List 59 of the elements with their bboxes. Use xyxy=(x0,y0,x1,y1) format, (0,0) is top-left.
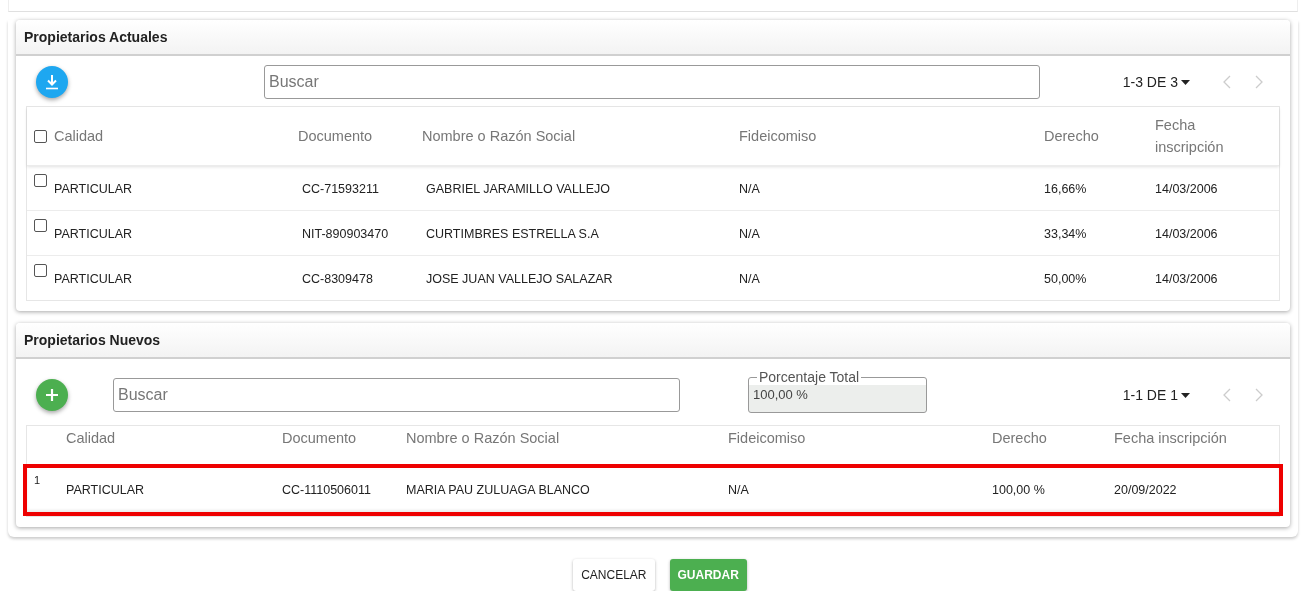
table-cell: CC-1110506011 xyxy=(282,483,371,497)
table-cell: N/A xyxy=(739,227,760,241)
table-cell: PARTICULAR xyxy=(54,227,133,241)
column-header: Calidad xyxy=(54,128,104,144)
column-header: Fideicomiso xyxy=(739,128,817,144)
checkbox[interactable] xyxy=(34,219,47,232)
column-header: Documento xyxy=(282,430,357,446)
chevron-right-icon xyxy=(1255,75,1263,89)
column-header: Fecha inscripción xyxy=(1114,430,1227,446)
table-cell: 50,00% xyxy=(1044,272,1087,286)
table-cell: 100,00 % xyxy=(992,483,1045,497)
caret-icon xyxy=(1181,79,1190,85)
total-field: Porcentaje Total 100,00 % xyxy=(748,369,927,413)
column-header: Derecho xyxy=(1044,128,1099,144)
plus-icon xyxy=(45,388,59,402)
page-range-dropdown[interactable]: 1-3 DE 3 xyxy=(1122,74,1190,90)
column-header: Derecho xyxy=(992,430,1047,446)
cancel-button[interactable]: CANCELAR xyxy=(573,559,655,591)
table-cell: CC-8309478 xyxy=(302,272,373,286)
checkbox[interactable] xyxy=(34,174,47,187)
table-cell: GABRIEL JARAMILLO VALLEJO xyxy=(426,182,611,196)
chevron-left-icon xyxy=(1223,388,1231,402)
checkbox[interactable] xyxy=(34,264,47,277)
table-cell: NIT-890903470 xyxy=(302,227,389,241)
column-header: Calidad xyxy=(66,430,116,446)
search-field[interactable]: Buscar xyxy=(113,378,680,412)
table-cell: N/A xyxy=(728,483,749,497)
download-icon xyxy=(45,74,59,90)
column-header: Documento xyxy=(298,128,373,144)
table-cell: MARIA PAU ZULUAGA BLANCO xyxy=(406,483,590,497)
table-cell: 33,34% xyxy=(1044,227,1087,241)
add-button[interactable] xyxy=(36,379,68,411)
page-range-dropdown[interactable]: 1-1 DE 1 xyxy=(1122,387,1190,403)
table-cell: N/A xyxy=(739,272,760,286)
table-cell: 16,66% xyxy=(1044,182,1087,196)
table-cell: 14/03/2006 xyxy=(1155,182,1218,196)
download-button[interactable] xyxy=(36,66,68,98)
table-cell: CC-71593211 xyxy=(302,182,379,196)
section-title: Propietarios Nuevos xyxy=(16,323,1290,359)
table-cell: PARTICULAR xyxy=(54,272,133,286)
column-header: Fideicomiso xyxy=(728,430,806,446)
caret-icon xyxy=(1181,392,1190,398)
table-cell: PARTICULAR xyxy=(66,483,145,497)
section-title: Propietarios Actuales xyxy=(16,20,1290,56)
column-header: Fecha inscripción xyxy=(1155,117,1224,155)
table-cell: 20/09/2022 xyxy=(1114,483,1177,497)
table-cell: PARTICULAR xyxy=(54,182,133,196)
table-cell: JOSE JUAN VALLEJO SALAZAR xyxy=(426,272,613,286)
chevron-left-icon xyxy=(1223,75,1231,89)
table-cell: N/A xyxy=(739,182,760,196)
table-cell: 14/03/2006 xyxy=(1155,272,1218,286)
chevron-right-icon xyxy=(1255,388,1263,402)
checkbox[interactable] xyxy=(34,129,47,143)
row-number: 1 xyxy=(34,474,41,486)
table-cell: 14/03/2006 xyxy=(1155,227,1218,241)
search-field[interactable]: Buscar xyxy=(264,65,1040,99)
table-cell: CURTIMBRES ESTRELLA S.A xyxy=(426,227,599,241)
column-header: Nombre o Razón Social xyxy=(406,430,560,446)
column-header: Nombre o Razón Social xyxy=(422,128,576,144)
